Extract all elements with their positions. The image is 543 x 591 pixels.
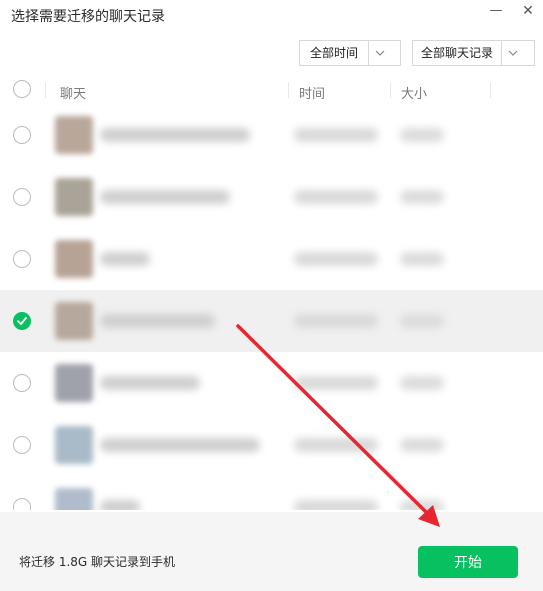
- column-divider: [490, 82, 491, 98]
- chat-size-redacted: [400, 190, 444, 204]
- avatar: [55, 240, 93, 278]
- window-title: 选择需要迁移的聊天记录: [11, 9, 165, 25]
- chat-size-redacted: [400, 314, 444, 328]
- chat-filter-label: 全部聊天记录: [420, 46, 493, 60]
- chat-time-redacted: [294, 376, 378, 390]
- chat-time-redacted: [294, 252, 378, 266]
- row-radio[interactable]: [13, 250, 31, 268]
- avatar: [55, 426, 93, 464]
- chat-time-redacted: [294, 314, 378, 328]
- chat-name-redacted: [100, 252, 150, 266]
- row-radio[interactable]: [13, 126, 31, 144]
- select-all-radio[interactable]: [13, 80, 31, 98]
- chat-name-redacted: [100, 190, 230, 204]
- avatar: [55, 302, 93, 340]
- chat-size-redacted: [400, 128, 444, 142]
- chat-time-redacted: [294, 438, 378, 452]
- chat-time-redacted: [294, 190, 378, 204]
- minimize-icon[interactable]: —: [483, 1, 509, 21]
- table-row[interactable]: [0, 166, 543, 228]
- chat-list: [0, 104, 543, 510]
- chevron-down-icon[interactable]: [501, 41, 524, 65]
- chat-name-redacted: [100, 376, 200, 390]
- chat-name-redacted: [100, 128, 250, 142]
- table-header: 聊天 时间 大小: [0, 74, 543, 104]
- chat-size-redacted: [400, 376, 444, 390]
- chat-filter-dropdown[interactable]: 全部聊天记录: [412, 40, 535, 66]
- column-header-chat[interactable]: 聊天: [60, 83, 86, 102]
- table-row[interactable]: [0, 414, 543, 476]
- close-icon[interactable]: ✕: [515, 1, 541, 21]
- row-radio[interactable]: [13, 498, 31, 510]
- column-header-size[interactable]: 大小: [401, 83, 427, 102]
- column-divider: [288, 82, 289, 98]
- title-bar: 选择需要迁移的聊天记录 — ✕: [0, 0, 543, 34]
- chat-time-redacted: [294, 128, 378, 142]
- footer-bar: 将迁移 1.8G 聊天记录到手机 开始: [0, 512, 543, 591]
- chat-name-redacted: [100, 500, 140, 510]
- chat-time-redacted: [294, 500, 378, 510]
- chat-name-redacted: [100, 438, 260, 452]
- column-header-time[interactable]: 时间: [299, 83, 325, 102]
- table-row[interactable]: [0, 352, 543, 414]
- avatar: [55, 178, 93, 216]
- chat-name-redacted: [100, 314, 215, 328]
- avatar: [55, 488, 93, 510]
- row-radio[interactable]: [13, 188, 31, 206]
- table-row[interactable]: [0, 476, 543, 510]
- table-row[interactable]: [0, 104, 543, 166]
- migration-summary: 将迁移 1.8G 聊天记录到手机: [19, 555, 176, 569]
- row-radio[interactable]: [13, 374, 31, 392]
- start-button[interactable]: 开始: [418, 546, 518, 578]
- chat-size-redacted: [400, 252, 444, 266]
- column-divider: [45, 82, 46, 98]
- row-radio[interactable]: [13, 436, 31, 454]
- table-row[interactable]: [0, 228, 543, 290]
- avatar: [55, 364, 93, 402]
- time-filter-label: 全部时间: [309, 46, 358, 60]
- chevron-down-icon[interactable]: [368, 41, 391, 65]
- time-filter-dropdown[interactable]: 全部时间: [299, 40, 401, 66]
- checked-radio[interactable]: [13, 312, 31, 330]
- avatar: [55, 116, 93, 154]
- checkmark-icon: [17, 317, 27, 325]
- column-divider: [390, 82, 391, 98]
- table-row[interactable]: [0, 290, 543, 352]
- chat-size-redacted: [400, 500, 444, 510]
- chat-size-redacted: [400, 438, 444, 452]
